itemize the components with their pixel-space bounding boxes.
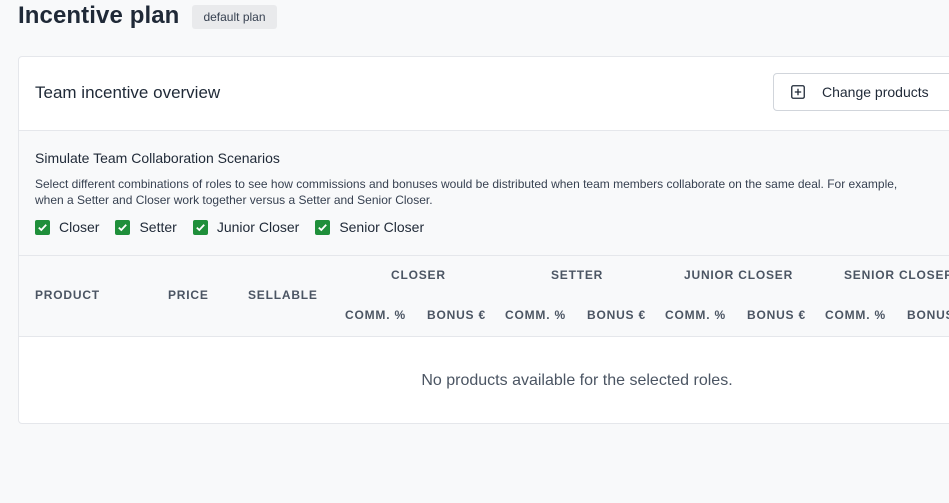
role-option-setter[interactable]: Setter xyxy=(115,219,177,235)
checkbox-checked-icon[interactable] xyxy=(315,219,331,235)
column-header-comm: COMM. % xyxy=(825,308,886,322)
column-header-price: PRICE xyxy=(168,288,209,302)
column-header-bonus: BONUS € xyxy=(907,308,949,322)
column-header-product: PRODUCT xyxy=(35,288,100,302)
group-header-junior-closer: JUNIOR CLOSER xyxy=(684,268,794,282)
role-label: Closer xyxy=(59,219,100,235)
column-header-sellable: SELLABLE xyxy=(248,288,318,302)
card-header: Team incentive overview Change products xyxy=(19,57,949,131)
column-header-comm: COMM. % xyxy=(345,308,406,322)
empty-state-message: No products available for the selected r… xyxy=(421,372,733,389)
column-header-comm: COMM. % xyxy=(505,308,566,322)
change-products-button[interactable]: Change products xyxy=(773,73,949,111)
simulation-description-line: Select different combinations of roles t… xyxy=(35,177,898,191)
incentive-card: Team incentive overview Change products … xyxy=(18,56,949,424)
role-label: Senior Closer xyxy=(339,219,425,235)
change-products-label: Change products xyxy=(822,84,929,100)
column-header-bonus: BONUS € xyxy=(427,308,486,322)
plan-badge: default plan xyxy=(192,5,277,29)
group-header-setter: SETTER xyxy=(551,268,604,282)
simulation-title: Simulate Team Collaboration Scenarios xyxy=(35,150,280,166)
page-header: Incentive plan default plan xyxy=(18,2,277,30)
plus-square-icon xyxy=(791,85,805,99)
role-option-senior-closer[interactable]: Senior Closer xyxy=(315,219,424,235)
checkbox-checked-icon[interactable] xyxy=(35,219,50,235)
role-label: Junior Closer xyxy=(216,219,300,235)
column-header-bonus: BONUS € xyxy=(587,308,646,322)
group-header-closer: CLOSER xyxy=(391,268,446,282)
role-label: Setter xyxy=(139,219,177,235)
role-checkboxes: Closer Setter Junior Closer Senior Close… xyxy=(35,219,424,235)
checkbox-checked-icon[interactable] xyxy=(192,219,208,235)
simulation-description: Select different combinations of roles t… xyxy=(35,176,949,208)
table-header: PRODUCT PRICE SELLABLE CLOSER COMM. % BO… xyxy=(19,256,949,337)
role-option-junior-closer[interactable]: Junior Closer xyxy=(192,219,300,235)
page-title: Incentive plan xyxy=(18,2,180,29)
checkbox-checked-icon[interactable] xyxy=(115,219,131,235)
simulation-section: Simulate Team Collaboration Scenarios Se… xyxy=(19,131,949,256)
card-title: Team incentive overview xyxy=(35,83,221,102)
simulation-description-line: when a Setter and Closer work together v… xyxy=(35,193,433,207)
column-header-comm: COMM. % xyxy=(665,308,726,322)
column-header-bonus: BONUS € xyxy=(747,308,806,322)
role-option-closer[interactable]: Closer xyxy=(35,219,99,235)
group-header-senior-closer: SENIOR CLOSER xyxy=(844,268,949,282)
